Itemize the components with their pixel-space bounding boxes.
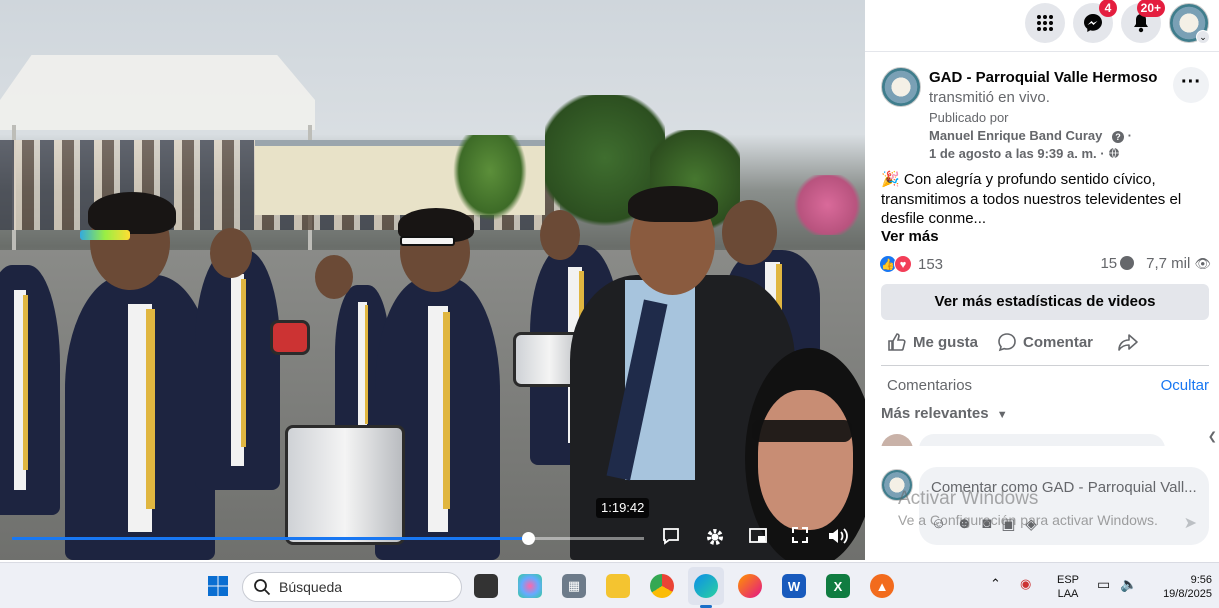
help-icon[interactable]: ? [1112, 131, 1124, 143]
comment-button[interactable]: Comentar [997, 332, 1093, 352]
tray-chevron-icon[interactable]: ⌃ [990, 577, 1001, 591]
calculator-icon[interactable]: ▦ [562, 574, 586, 598]
caret-down-icon: ▼ [996, 409, 1008, 421]
file-explorer-icon[interactable] [606, 574, 630, 598]
settings-gear-icon[interactable] [703, 526, 727, 550]
notifications-button[interactable]: 20+ [1121, 0, 1165, 43]
comments-label: Comentarios [887, 377, 973, 394]
hover-time-tooltip: 1:19:42 [596, 498, 650, 518]
firefox-icon[interactable] [738, 574, 762, 598]
word-icon[interactable]: W [782, 574, 806, 598]
progress-fill [12, 537, 529, 540]
comment-bubble-icon [1120, 256, 1135, 270]
grid-icon [1037, 15, 1053, 31]
snare-drum [285, 425, 405, 545]
reaction-count: 153 [918, 255, 944, 273]
published-label: Publicado por [929, 110, 1009, 125]
activation-watermark: Activar Windows [898, 488, 1039, 509]
edge-icon[interactable] [694, 574, 718, 598]
video-stats-button[interactable]: Ver más estadísticas de videos [881, 284, 1209, 320]
see-more-link[interactable]: Ver más [881, 228, 939, 245]
activation-watermark-sub: Ve a Configuración para activar Windows. [898, 512, 1158, 528]
windows-start-icon[interactable] [206, 574, 230, 598]
post-options-button[interactable]: ··· [1173, 67, 1209, 103]
post-actions: Me gusta Comentar [881, 328, 1209, 358]
comment-icon [998, 333, 1016, 352]
send-icon[interactable]: ➤ [1184, 513, 1197, 533]
party-icon: 🎉 [881, 171, 900, 188]
chevron-down-icon[interactable]: ⌄ [1196, 30, 1210, 44]
page-name-link[interactable]: GAD - Parroquial Valle Hermoso [929, 69, 1157, 86]
network-icon[interactable]: ◉ [1020, 577, 1031, 591]
view-count: 7,7 mil 👁 [1146, 255, 1211, 272]
menu-grid-button[interactable] [1025, 3, 1065, 43]
captions-icon[interactable] [659, 526, 683, 550]
app-icon[interactable]: ▲ [870, 574, 894, 598]
top-nav: 4 20+ ⌄ [865, 0, 1219, 52]
share-button[interactable] [1117, 332, 1139, 352]
like-button[interactable]: Me gusta [887, 332, 978, 352]
share-icon [1118, 334, 1138, 351]
taskbar: Búsqueda ▦ W X ▲ ⌃ ◉ ESP LAA ▭ 🔈 9:56 19… [0, 562, 1219, 608]
search-icon [254, 579, 271, 596]
woman [758, 390, 853, 530]
scroll-arrow-icon[interactable]: ❮ [1208, 430, 1217, 443]
speaker-icon[interactable]: 🔈 [1120, 577, 1137, 591]
post-body: Con alegría y profundo sentido cívico, t… [881, 171, 1182, 227]
clock[interactable]: 9:56 19/8/2025 [1148, 573, 1212, 601]
post-stats: 15 7,7 mil 👁 [1100, 255, 1211, 272]
comment-preview-peek [881, 434, 1181, 446]
messenger-icon [1084, 14, 1102, 32]
tent-canopy [0, 55, 315, 130]
post-action: transmitió en vivo. [929, 89, 1050, 106]
excel-icon[interactable]: X [826, 574, 850, 598]
post-date-row: 1 de agosto a las 9:39 a. m. · [929, 146, 1120, 161]
task-view-icon[interactable] [474, 574, 498, 598]
fullscreen-icon[interactable] [788, 526, 812, 550]
taskbar-search[interactable]: Búsqueda [242, 572, 462, 602]
progress-bar[interactable] [12, 532, 644, 545]
love-reaction-icon: ♥ [894, 255, 912, 273]
post-panel: 4 20+ ⌄ GAD - Parroquial Valle Hermoso t… [865, 0, 1219, 560]
page-avatar[interactable] [881, 67, 921, 107]
video-player[interactable]: 1:19:42 [0, 0, 865, 560]
post-text: 🎉 Con alegría y profundo sentido cívico,… [881, 170, 1211, 229]
volume-icon[interactable] [826, 526, 850, 550]
messenger-button[interactable]: 4 [1073, 0, 1117, 43]
wifi-icon[interactable]: ▭ [1097, 577, 1110, 591]
pip-icon[interactable] [746, 526, 770, 550]
band-member [65, 275, 215, 560]
publisher-row: Manuel Enrique Band Curay ? · [929, 128, 1132, 143]
thumbs-up-icon [888, 333, 906, 351]
globe-icon [1109, 147, 1120, 159]
eye-icon: 👁 [1194, 256, 1211, 271]
notifications-badge: 20+ [1136, 0, 1165, 17]
hide-comments-link[interactable]: Ocultar [1161, 377, 1209, 394]
chrome-icon[interactable] [650, 574, 674, 598]
language-indicator[interactable]: ESP LAA [1052, 573, 1084, 601]
messenger-badge: 4 [1099, 0, 1117, 17]
copilot-icon[interactable] [518, 574, 542, 598]
reactions-summary[interactable]: 👍 ♥ 153 [879, 254, 943, 274]
sort-dropdown[interactable]: Más relevantes ▼ [881, 405, 1008, 422]
comment-count-link[interactable]: 15 [1100, 255, 1135, 272]
post-date[interactable]: 1 de agosto a las 9:39 a. m. [929, 146, 1097, 161]
publisher-name[interactable]: Manuel Enrique Band Curay [929, 128, 1102, 143]
divider [881, 365, 1209, 366]
